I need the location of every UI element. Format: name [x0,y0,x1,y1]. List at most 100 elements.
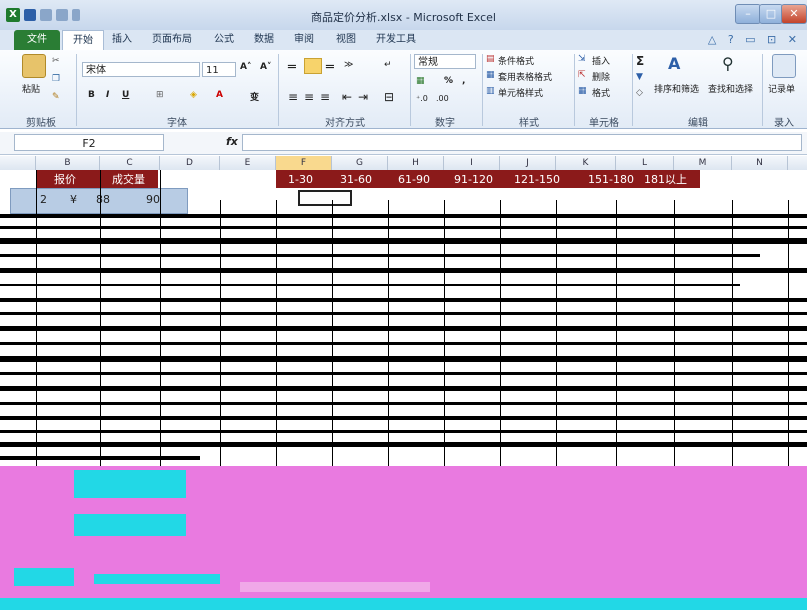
tab-page-layout[interactable]: 页面布局 [152,30,192,50]
paste-button[interactable]: 粘贴 [22,82,40,95]
name-box[interactable]: F2 [14,134,164,151]
record-form-button[interactable]: 记录单 [768,82,795,95]
fill-color-icon[interactable]: ◈ [190,90,197,100]
delete-cells-icon[interactable]: ⇱ [578,70,586,80]
maximize-button[interactable]: □ [759,4,783,24]
header-price[interactable]: 报价 [54,172,76,187]
bold-button[interactable]: B [88,90,95,100]
column-header-selected[interactable]: F [276,156,332,170]
row-header[interactable]: 2 [40,193,47,206]
align-center-icon[interactable]: ≡ [304,90,314,104]
sort-filter-button[interactable]: 排序和筛选 [654,82,699,95]
font-size-combo[interactable]: 11 [202,62,236,77]
format-as-table-button[interactable]: 套用表格格式 [498,70,552,83]
column-header[interactable]: C [100,156,160,170]
align-left-icon[interactable]: ≡ [288,90,298,104]
shrink-font-button[interactable]: A˅ [260,62,271,72]
binoculars-icon[interactable]: ⚲ [722,54,744,76]
increase-indent-icon[interactable]: ⇥ [358,90,368,104]
copy-icon[interactable]: ❐ [52,74,60,84]
column-header[interactable]: I [444,156,500,170]
tab-view[interactable]: 视图 [336,30,356,50]
tab-formulas[interactable]: 公式 [214,30,234,50]
tab-developer[interactable]: 开发工具 [376,30,416,50]
fill-icon[interactable]: ▼ [636,72,643,82]
phonetic-button[interactable]: 变 [250,90,259,103]
increase-decimal-icon[interactable]: ⁺.0 [416,94,428,103]
column-header[interactable]: G [332,156,388,170]
close-button[interactable]: ✕ [781,4,807,24]
select-all-corner[interactable] [0,156,36,170]
align-right-icon[interactable]: ≡ [320,90,330,104]
formula-input[interactable] [242,134,802,151]
column-header[interactable]: J [500,156,556,170]
header-range[interactable]: 61-90 [398,172,430,187]
grow-font-button[interactable]: A˄ [240,62,251,72]
insert-function-button[interactable]: fx [226,135,238,148]
tab-data[interactable]: 数据 [254,30,274,50]
sort-filter-icon[interactable]: A [668,54,690,76]
column-header[interactable]: N [732,156,788,170]
column-header[interactable]: L [616,156,674,170]
header-range[interactable]: 181以上 [644,172,687,187]
align-bottom-icon[interactable]: ═ [326,60,334,75]
format-painter-icon[interactable]: ✎ [52,92,60,102]
header-range[interactable]: 151-180 [588,172,634,187]
column-header[interactable]: E [220,156,276,170]
cell-currency[interactable]: ¥ [70,193,77,206]
column-header[interactable]: H [388,156,444,170]
header-range[interactable]: 91-120 [454,172,493,187]
column-header[interactable]: B [36,156,100,170]
wrap-text-icon[interactable]: ↵ [384,60,392,70]
autosum-button[interactable]: Σ [636,54,644,68]
insert-cells-button[interactable]: 插入 [592,54,610,67]
format-cells-icon[interactable]: ▦ [578,86,587,96]
decrease-indent-icon[interactable]: ⇤ [342,90,352,104]
comma-style-button[interactable]: , [462,76,465,86]
number-format-combo[interactable]: 常规 [414,54,476,69]
cell-volume[interactable]: 90 [146,193,160,206]
column-header[interactable]: D [160,156,220,170]
active-cell-F2[interactable] [298,190,352,206]
border-icon[interactable]: ⊞ [156,90,164,100]
tab-file[interactable]: 文件 [14,30,60,50]
table-format-icon[interactable]: ▦ [486,70,495,80]
cell-styles-icon[interactable]: ▥ [486,86,495,96]
cell-price[interactable]: 88 [96,193,110,206]
worksheet-grid[interactable]: 报价 成交量 1-30 31-60 61-90 91-120 121-150 1… [0,170,807,610]
header-range[interactable]: 1-30 [288,172,313,187]
column-header[interactable]: M [674,156,732,170]
column-header[interactable]: K [556,156,616,170]
help-icon[interactable]: △ ? ▭ ⊡ ✕ [708,33,801,46]
font-color-icon[interactable]: A [216,90,223,100]
header-volume[interactable]: 成交量 [112,172,145,187]
format-cells-button[interactable]: 格式 [592,86,610,99]
align-top-icon[interactable]: ═ [288,60,296,75]
insert-cells-icon[interactable]: ⇲ [578,54,586,64]
font-name-combo[interactable]: 宋体 [82,62,200,77]
percent-style-button[interactable]: % [444,76,453,86]
form-icon[interactable] [772,54,796,78]
align-middle-icon[interactable] [304,58,322,74]
minimize-button[interactable]: – [735,4,761,24]
italic-button[interactable]: I [106,90,109,100]
accounting-format-icon[interactable]: ▦ [416,76,425,86]
render-artifact [0,598,807,610]
decrease-decimal-icon[interactable]: .00 [436,94,449,103]
delete-cells-button[interactable]: 删除 [592,70,610,83]
merge-center-icon[interactable]: ⊟ [384,90,394,104]
conditional-formatting-button[interactable]: 条件格式 [498,54,534,67]
tab-insert[interactable]: 插入 [112,30,132,50]
header-range[interactable]: 31-60 [340,172,372,187]
conditional-format-icon[interactable]: ▤ [486,54,495,64]
tab-home[interactable]: 开始 [62,30,104,51]
paste-icon[interactable] [22,54,46,78]
cell-styles-button[interactable]: 单元格样式 [498,86,543,99]
tab-review[interactable]: 审阅 [294,30,314,50]
header-range[interactable]: 121-150 [514,172,560,187]
underline-button[interactable]: U [122,90,129,100]
clear-icon[interactable]: ◇ [636,88,643,98]
cut-icon[interactable]: ✂ [52,56,60,66]
orientation-icon[interactable]: ≫ [344,60,353,70]
find-select-button[interactable]: 查找和选择 [708,82,753,95]
